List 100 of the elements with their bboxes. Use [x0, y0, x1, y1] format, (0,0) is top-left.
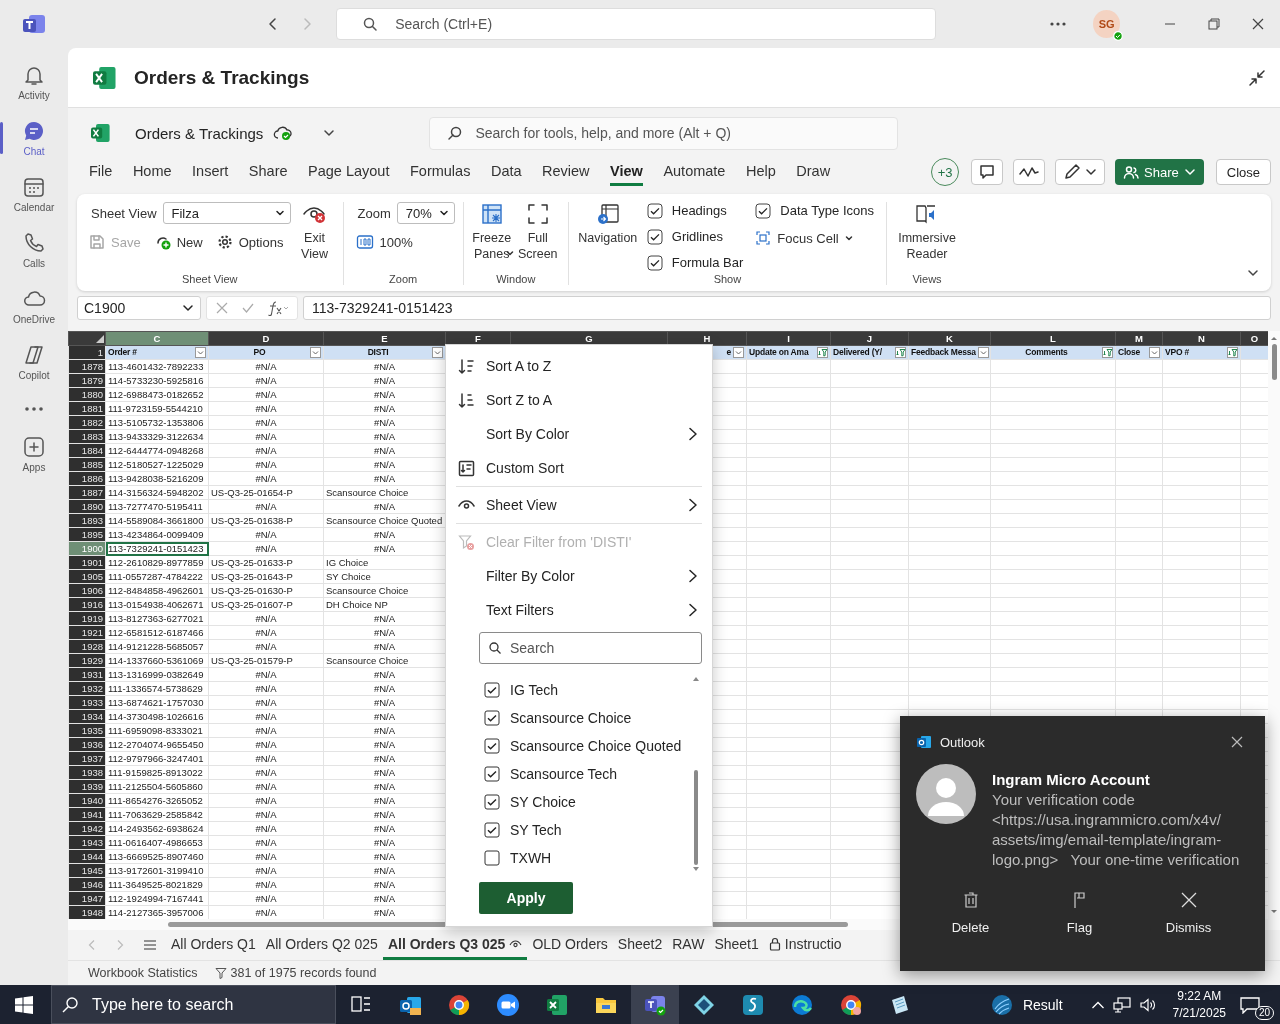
formula-field[interactable]: 113-7329241-0151423 — [303, 296, 1271, 320]
full-screen-button[interactable]: Full Screen — [515, 200, 560, 262]
workbook-statistics-link[interactable]: Workbook Statistics — [88, 966, 198, 980]
menu-item[interactable]: Sort By Color — [446, 417, 712, 451]
menu-item[interactable]: Sort A to Z — [446, 349, 712, 383]
close-icon[interactable] — [1231, 736, 1243, 748]
filter-applied-icon[interactable] — [895, 347, 906, 358]
sheet-tab[interactable]: RAW — [667, 930, 710, 960]
apply-button[interactable]: Apply — [479, 882, 573, 914]
more-options-icon[interactable] — [1049, 21, 1068, 27]
column-header[interactable]: O — [1240, 331, 1268, 346]
weather-label[interactable]: Result — [1022, 996, 1063, 1013]
weather-icon[interactable] — [990, 993, 1013, 1016]
menu-item[interactable]: Text Filters — [446, 593, 712, 627]
filter-applied-icon[interactable] — [1227, 347, 1238, 358]
notification-action[interactable]: Dismiss — [1134, 890, 1243, 935]
more-apps-icon[interactable] — [24, 406, 44, 412]
video-call-icon[interactable] — [495, 992, 520, 1017]
menu-icon[interactable] — [143, 939, 157, 951]
network-icon[interactable] — [1112, 996, 1131, 1013]
checkbox[interactable]: Headings — [642, 200, 748, 221]
sheet-tab[interactable]: Sheet1 — [709, 930, 764, 960]
comments-button[interactable] — [971, 159, 1004, 185]
editing-button[interactable] — [1055, 159, 1106, 185]
checkbox[interactable]: Gridlines — [642, 226, 748, 247]
volume-icon[interactable] — [1138, 996, 1157, 1013]
checkbox[interactable]: Scansource Tech — [479, 760, 692, 788]
vertical-scrollbar[interactable] — [1268, 331, 1280, 919]
column-header[interactable]: F — [445, 331, 511, 346]
share-button[interactable]: Share — [1115, 159, 1204, 185]
column-header[interactable]: E — [323, 331, 446, 346]
menu-tab[interactable]: Page Layout — [308, 158, 390, 186]
checkbox[interactable]: TXWH — [479, 844, 692, 872]
search-field[interactable]: Search — [479, 632, 702, 664]
menu-item[interactable]: Custom Sort — [446, 451, 712, 485]
column-header[interactable]: H — [667, 331, 747, 346]
menu-item[interactable]: Sheet View — [446, 488, 712, 522]
expand-ribbon-icon[interactable] — [1247, 267, 1259, 279]
chrome-icon[interactable] — [446, 992, 471, 1017]
menu-tab[interactable]: Help — [745, 158, 776, 186]
checkbox[interactable]: SY Tech — [479, 816, 692, 844]
list-scrollbar[interactable] — [692, 676, 700, 872]
column-header[interactable]: J — [830, 331, 909, 346]
filter-dropdown-icon[interactable] — [733, 347, 744, 358]
script-app-icon[interactable] — [740, 992, 765, 1017]
menu-item[interactable]: Sort Z to A — [446, 383, 712, 417]
navigation-button[interactable]: Navigation — [576, 200, 639, 246]
caret-icon[interactable] — [323, 127, 336, 139]
filter-applied-icon[interactable] — [1102, 347, 1113, 358]
rail-item[interactable]: Activity — [4, 54, 64, 110]
menu-tab[interactable]: Data — [490, 158, 522, 186]
menu-tab[interactable]: Home — [132, 158, 172, 186]
avatar[interactable]: SG — [1093, 10, 1120, 38]
filter-dropdown-icon[interactable] — [1149, 347, 1160, 358]
menu-tab[interactable]: Insert — [192, 158, 229, 186]
column-header[interactable]: N — [1162, 331, 1241, 346]
column-header[interactable]: D — [208, 331, 324, 346]
filter-dropdown-icon[interactable] — [432, 347, 443, 358]
menu-tab[interactable]: Share — [248, 158, 288, 186]
filter-applied-icon[interactable] — [817, 347, 828, 358]
collapse-icon[interactable] — [1248, 68, 1266, 87]
notification-action[interactable]: Delete — [916, 890, 1025, 935]
menu-tab[interactable]: File — [89, 158, 113, 186]
dropdown[interactable]: Filza — [162, 202, 291, 224]
catch-up-button[interactable] — [1013, 159, 1046, 185]
menu-tab[interactable]: View — [610, 158, 643, 186]
chevron-up-icon[interactable] — [1090, 999, 1105, 1010]
menu-tab[interactable]: Automate — [663, 158, 726, 186]
rail-item[interactable]: Calendar — [4, 166, 64, 222]
column-header[interactable]: L — [990, 331, 1116, 346]
column-header[interactable]: M — [1115, 331, 1163, 346]
options-button[interactable]: Options — [212, 230, 288, 254]
close-button[interactable]: Close — [1215, 159, 1271, 185]
function-icon[interactable] — [267, 300, 289, 316]
sheet-tab[interactable]: Sheet2 — [612, 930, 668, 960]
sheet-tab[interactable]: All Orders Q3 025 — [382, 930, 528, 960]
column-header[interactable]: C — [105, 331, 209, 346]
checkbox[interactable]: SY Choice — [479, 788, 692, 816]
edge-icon[interactable] — [789, 992, 814, 1017]
column-header[interactable]: G — [510, 331, 668, 346]
filter-dropdown-icon[interactable] — [977, 347, 989, 358]
sheet-tab[interactable]: Instructio — [763, 930, 847, 960]
restore-icon[interactable] — [1207, 17, 1221, 31]
excel-icon[interactable] — [544, 992, 569, 1017]
search-field[interactable]: Type here to search — [51, 985, 336, 1024]
rail-item[interactable]: Chat — [4, 110, 64, 166]
sheet-tab[interactable]: All Orders Q2 025 — [260, 930, 383, 960]
column-header[interactable]: I — [746, 331, 831, 346]
sheet-tab[interactable]: All Orders Q1 — [166, 930, 261, 960]
menu-tab[interactable]: Formulas — [409, 158, 471, 186]
rail-item[interactable]: Calls — [4, 222, 64, 278]
chrome-icon[interactable] — [838, 992, 863, 1017]
rail-item[interactable]: Copilot — [4, 334, 64, 390]
focus-cell-button[interactable]: Focus Cell — [751, 226, 878, 250]
immersive-reader-button[interactable]: Immersive Reader — [895, 200, 959, 262]
checkbox[interactable]: Data Type Icons — [751, 200, 878, 221]
checkbox[interactable]: Formula Bar — [642, 252, 748, 273]
name-box[interactable]: C1900 — [77, 296, 201, 320]
zoom-100-button[interactable]: 100% — [351, 230, 417, 254]
workbook-title[interactable]: Orders & Trackings — [135, 124, 264, 142]
